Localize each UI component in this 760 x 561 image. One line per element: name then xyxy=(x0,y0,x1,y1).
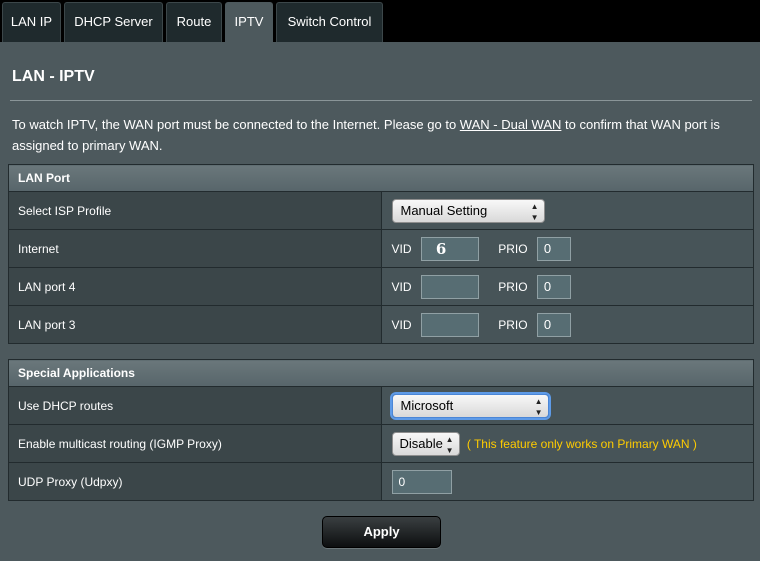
title-divider xyxy=(10,100,752,101)
dhcp-routes-select[interactable]: Microsoft ▲ ▼ xyxy=(391,393,549,418)
wan-dual-wan-link[interactable]: WAN - Dual WAN xyxy=(460,117,562,132)
udp-proxy-cell: 0 xyxy=(380,462,754,501)
igmp-proxy-select[interactable]: Disable ▲ ▼ xyxy=(391,431,460,456)
updown-arrows-icon: ▲ ▼ xyxy=(534,396,543,417)
internet-prio-input[interactable]: 0 xyxy=(536,236,571,261)
tab-dhcp-server[interactable]: DHCP Server xyxy=(64,2,163,42)
lan4-vid-input[interactable] xyxy=(420,274,479,299)
updown-arrows-icon: ▲ ▼ xyxy=(445,434,454,455)
vid-label: VID xyxy=(391,241,412,256)
lan-port-4-label: LAN port 4 xyxy=(8,267,382,306)
apply-button[interactable]: Apply xyxy=(322,516,441,548)
prio-label: PRIO xyxy=(498,279,528,294)
dhcp-routes-label: Use DHCP routes xyxy=(8,386,382,425)
table-row: LAN port 4 VID PRIO 0 xyxy=(8,267,754,306)
special-applications-header: Special Applications xyxy=(8,359,754,387)
lan-port-table: LAN Port Select ISP Profile Manual Setti… xyxy=(8,164,754,344)
igmp-proxy-value: Disable xyxy=(399,435,443,451)
igmp-proxy-cell: Disable ▲ ▼ ( This feature only works on … xyxy=(380,424,754,463)
isp-profile-select[interactable]: Manual Setting ▲ ▼ xyxy=(391,198,545,223)
isp-profile-cell: Manual Setting ▲ ▼ xyxy=(380,191,754,230)
table-row: Internet VID 6 PRIO 0 xyxy=(8,229,754,268)
dhcp-routes-value: Microsoft xyxy=(400,397,454,413)
description: To watch IPTV, the WAN port must be conn… xyxy=(12,114,742,156)
table-row: Enable multicast routing (IGMP Proxy) Di… xyxy=(8,424,754,463)
page-title: LAN - IPTV xyxy=(12,68,95,85)
table-row: Select ISP Profile Manual Setting ▲ ▼ xyxy=(8,191,754,230)
tab-route[interactable]: Route xyxy=(166,2,222,42)
tab-iptv[interactable]: IPTV xyxy=(225,2,273,42)
prio-label: PRIO xyxy=(498,317,528,332)
lan3-vid-input[interactable] xyxy=(420,312,479,337)
internet-vid-input[interactable]: 6 xyxy=(420,236,479,261)
tab-lan-ip[interactable]: LAN IP xyxy=(2,2,61,42)
isp-profile-value: Manual Setting xyxy=(400,202,488,218)
lan4-prio-input[interactable]: 0 xyxy=(536,274,571,299)
igmp-proxy-label: Enable multicast routing (IGMP Proxy) xyxy=(8,424,382,463)
updown-arrows-icon: ▲ ▼ xyxy=(530,201,539,222)
udp-proxy-label: UDP Proxy (Udpxy) xyxy=(8,462,382,501)
desc-text-before: To watch IPTV, the WAN port must be conn… xyxy=(12,117,460,132)
internet-label: Internet xyxy=(8,229,382,268)
tab-switch-control[interactable]: Switch Control xyxy=(276,2,383,42)
lan-port-3-cell: VID PRIO 0 xyxy=(380,305,754,344)
table-row: LAN port 3 VID PRIO 0 xyxy=(8,305,754,344)
dhcp-routes-cell: Microsoft ▲ ▼ xyxy=(380,386,754,425)
lan-port-header: LAN Port xyxy=(8,164,754,192)
isp-profile-label: Select ISP Profile xyxy=(8,191,382,230)
tab-bar: LAN IP DHCP Server Route IPTV Switch Con… xyxy=(0,0,760,42)
vid-label: VID xyxy=(391,279,412,294)
lan-port-4-cell: VID PRIO 0 xyxy=(380,267,754,306)
primary-wan-note: ( This feature only works on Primary WAN… xyxy=(466,436,697,451)
lan3-prio-input[interactable]: 0 xyxy=(536,312,571,337)
special-applications-table: Special Applications Use DHCP routes Mic… xyxy=(8,359,754,501)
lan-port-3-label: LAN port 3 xyxy=(8,305,382,344)
vid-label: VID xyxy=(391,317,412,332)
udp-proxy-input[interactable]: 0 xyxy=(391,469,452,494)
internet-cell: VID 6 PRIO 0 xyxy=(380,229,754,268)
prio-label: PRIO xyxy=(498,241,528,256)
table-row: UDP Proxy (Udpxy) 0 xyxy=(8,462,754,501)
table-row: Use DHCP routes Microsoft ▲ ▼ xyxy=(8,386,754,425)
